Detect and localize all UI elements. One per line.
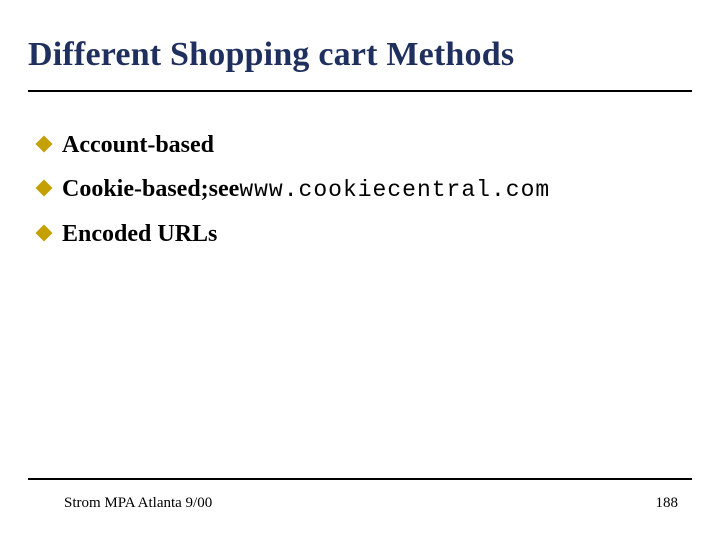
bullet-text: Encoded URLs (62, 215, 217, 253)
slide-body: Account-based Cookie-based; see www.cook… (38, 126, 682, 260)
slide: Different Shopping cart Methods Account-… (0, 0, 720, 540)
bullet-item: Cookie-based; see www.cookiecentral.com (38, 170, 682, 209)
bullet-suffix: see (209, 170, 240, 208)
diamond-bullet-icon (36, 136, 53, 153)
title-divider (28, 90, 692, 92)
bullet-text: Account-based (62, 126, 214, 164)
slide-title: Different Shopping cart Methods (28, 36, 514, 74)
footer-divider (28, 478, 692, 480)
page-number: 188 (656, 495, 679, 512)
bullet-item: Encoded URLs (38, 215, 682, 253)
diamond-bullet-icon (36, 225, 53, 242)
bullet-url: www.cookiecentral.com (239, 172, 550, 209)
bullet-text: Cookie-based; (62, 170, 209, 208)
bullet-item: Account-based (38, 126, 682, 164)
diamond-bullet-icon (36, 180, 53, 197)
footer-text: Strom MPA Atlanta 9/00 (64, 495, 212, 512)
